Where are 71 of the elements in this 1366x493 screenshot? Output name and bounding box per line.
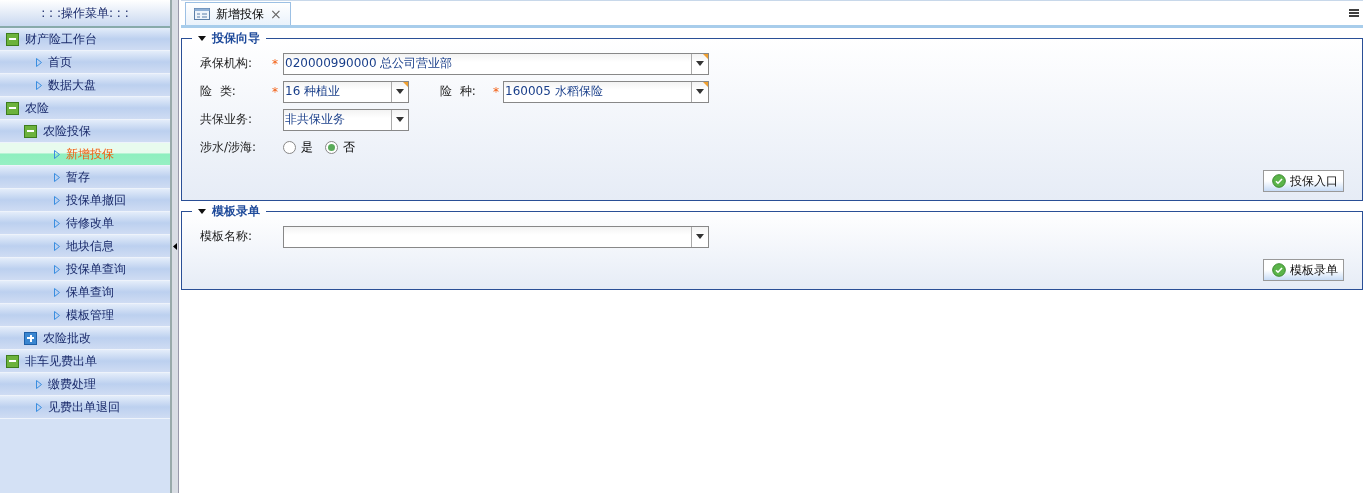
check-icon — [1272, 263, 1286, 277]
field-label: 共保业务: — [200, 111, 254, 128]
triangle-icon — [54, 195, 60, 205]
menu-header: : : :操作菜单: : : — [0, 0, 170, 28]
menu-item[interactable]: 待修改单 — [0, 212, 170, 235]
triangle-icon — [36, 379, 42, 389]
dropdown-field[interactable]: 16 种植业 — [283, 80, 409, 103]
collapse-icon[interactable] — [6, 354, 19, 368]
section-title: 模板录单 — [212, 202, 260, 220]
triangle-icon — [54, 149, 60, 159]
dropdown-arrow-icon[interactable] — [396, 89, 404, 94]
field-label: 承保机构: — [200, 55, 254, 72]
expand-icon[interactable] — [24, 331, 37, 345]
radio-label: 是 — [301, 139, 313, 156]
field-label: 险 类: — [200, 83, 237, 100]
triangle-icon — [54, 172, 60, 182]
collapse-icon[interactable] — [24, 124, 37, 138]
field-label: 险 种: — [440, 83, 477, 100]
menu-item[interactable]: 模板管理 — [0, 304, 170, 327]
menu-item[interactable]: 投保单撤回 — [0, 189, 170, 212]
dropdown-field[interactable]: 160005 水稻保险 — [503, 80, 709, 103]
expand-arrow-icon[interactable] — [198, 208, 206, 214]
triangle-icon — [54, 218, 60, 228]
submit-button[interactable]: 模板录单 — [1263, 259, 1344, 281]
check-icon — [1272, 174, 1286, 188]
field-label: 模板名称: — [200, 228, 254, 245]
dropdown-field[interactable]: 020000990000 总公司营业部 — [283, 52, 709, 75]
submit-button[interactable]: 投保入口 — [1263, 170, 1344, 192]
splitter-handle[interactable] — [172, 0, 179, 493]
menu-item[interactable]: 投保单查询 — [0, 258, 170, 281]
radio-button[interactable] — [283, 141, 296, 154]
section-title: 投保向导 — [212, 29, 260, 47]
required-mark: * — [493, 84, 499, 99]
triangle-icon — [54, 264, 60, 274]
dropdown-arrow-icon[interactable] — [696, 234, 704, 239]
required-mark: * — [272, 84, 278, 99]
triangle-icon — [36, 402, 42, 412]
menu-item[interactable]: 农险投保 — [0, 120, 170, 143]
form-icon — [194, 8, 210, 20]
close-icon[interactable]: × — [270, 6, 282, 22]
menu-item[interactable]: 首页 — [0, 51, 170, 74]
triangle-icon — [54, 310, 60, 320]
expand-arrow-icon[interactable] — [198, 35, 206, 41]
radio-button[interactable] — [325, 141, 338, 154]
menu-item[interactable]: 农险批改 — [0, 327, 170, 350]
collapse-arrow-icon[interactable] — [173, 243, 177, 250]
menu-item[interactable]: 地块信息 — [0, 235, 170, 258]
menu-item[interactable]: 缴费处理 — [0, 373, 170, 396]
tab[interactable]: 新增投保 × — [185, 2, 291, 25]
dropdown-field[interactable]: 非共保业务 — [283, 108, 409, 131]
menu-icon[interactable] — [1349, 9, 1359, 17]
collapse-icon[interactable] — [6, 32, 19, 46]
triangle-icon — [54, 241, 60, 251]
radio-label: 否 — [343, 139, 355, 156]
dropdown-arrow-icon[interactable] — [396, 117, 404, 122]
dropdown-field[interactable] — [283, 225, 709, 248]
menu-item[interactable]: 非车见费出单 — [0, 350, 170, 373]
collapse-icon[interactable] — [6, 101, 19, 115]
dropdown-arrow-icon[interactable] — [696, 61, 704, 66]
menu-item[interactable]: 见费出单退回 — [0, 396, 170, 419]
menu-item[interactable]: 农险 — [0, 97, 170, 120]
menu-item[interactable]: 数据大盘 — [0, 74, 170, 97]
triangle-icon — [36, 57, 42, 67]
menu-item[interactable]: 暂存 — [0, 166, 170, 189]
menu-item[interactable]: 财产险工作台 — [0, 28, 170, 51]
required-mark: * — [272, 56, 278, 71]
field-label: 涉水/涉海: — [200, 139, 258, 156]
triangle-icon — [54, 287, 60, 297]
dropdown-arrow-icon[interactable] — [696, 89, 704, 94]
menu-item[interactable]: 保单查询 — [0, 281, 170, 304]
triangle-icon — [36, 80, 42, 90]
